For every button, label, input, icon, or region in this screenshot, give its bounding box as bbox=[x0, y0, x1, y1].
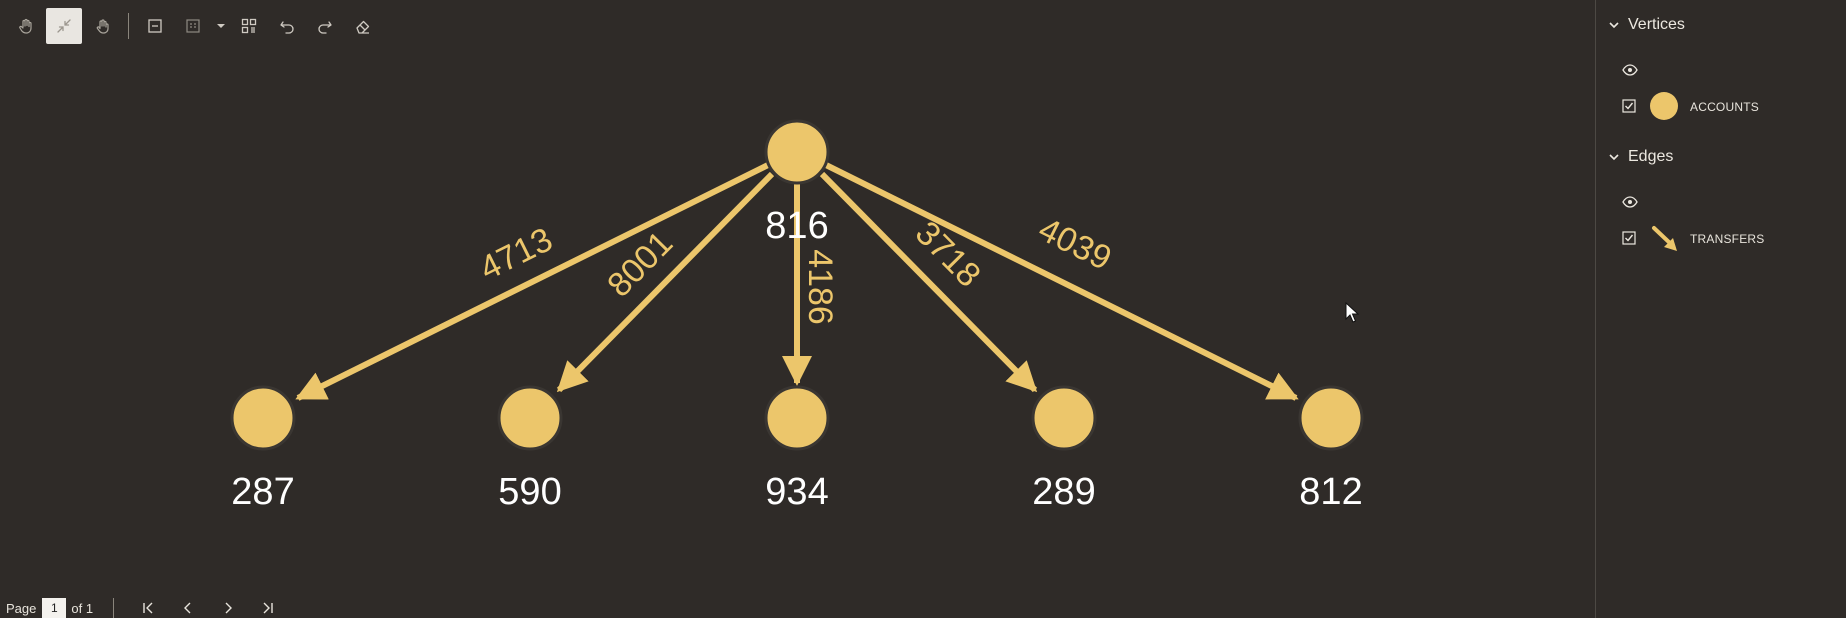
page-count-label: of 1 bbox=[71, 600, 94, 616]
vertices-section-title: Vertices bbox=[1628, 16, 1685, 33]
node-label: 289 bbox=[1032, 471, 1095, 513]
edge-label: 4039 bbox=[1033, 210, 1118, 278]
first-page-icon bbox=[143, 602, 153, 614]
node-934[interactable] bbox=[764, 385, 830, 451]
transfers-checkbox[interactable] bbox=[1622, 231, 1636, 245]
chevron-down-icon bbox=[1609, 22, 1619, 29]
node-590[interactable] bbox=[497, 385, 563, 451]
first-page-button[interactable] bbox=[128, 598, 168, 618]
node-812[interactable] bbox=[1298, 385, 1364, 451]
edge-label: 4186 bbox=[801, 249, 839, 325]
pager-divider bbox=[113, 598, 115, 618]
edge-816-287[interactable] bbox=[295, 162, 770, 401]
edge-816-590[interactable] bbox=[556, 171, 775, 393]
mouse-cursor-icon bbox=[1345, 302, 1359, 323]
last-page-button[interactable] bbox=[248, 598, 288, 618]
node-label: 590 bbox=[498, 471, 561, 513]
edge-label: 3718 bbox=[908, 214, 988, 295]
edges-section-title: Edges bbox=[1628, 148, 1674, 165]
node-287[interactable] bbox=[230, 385, 296, 451]
node-816[interactable] bbox=[764, 119, 830, 185]
previous-page-button[interactable] bbox=[168, 598, 208, 618]
page-label: Page bbox=[6, 600, 37, 616]
pagination-bar: Page 1 of 1 bbox=[0, 598, 1595, 618]
eye-icon[interactable] bbox=[1622, 196, 1638, 208]
transfers-legend-label: TRANSFERS bbox=[1690, 232, 1765, 246]
node-label: 812 bbox=[1299, 471, 1362, 513]
edges-section-header[interactable]: Edges bbox=[1608, 148, 1673, 166]
chevron-left-icon bbox=[184, 602, 191, 614]
node-label: 287 bbox=[231, 471, 294, 513]
legend-panel: Vertices ACCOUNTS Edges TRANSFERS bbox=[1596, 0, 1846, 618]
accounts-legend-label: ACCOUNTS bbox=[1690, 100, 1759, 114]
transfers-edge-arrow-icon bbox=[1652, 226, 1677, 251]
accounts-node-swatch bbox=[1650, 92, 1678, 120]
last-page-icon bbox=[263, 602, 273, 614]
next-page-button[interactable] bbox=[208, 598, 248, 618]
chevron-right-icon bbox=[225, 602, 233, 614]
graph-canvas[interactable]: 4713 8001 4186 3718 4039 816 287 590 934… bbox=[0, 0, 1595, 590]
edge-816-289[interactable] bbox=[819, 171, 1038, 393]
edge-label: 8001 bbox=[600, 224, 680, 305]
node-label: 934 bbox=[765, 471, 828, 513]
node-label: 816 bbox=[765, 205, 828, 247]
eye-icon[interactable] bbox=[1622, 64, 1638, 76]
edge-816-812[interactable] bbox=[824, 162, 1299, 401]
vertices-section-header[interactable]: Vertices bbox=[1608, 16, 1685, 34]
accounts-checkbox[interactable] bbox=[1622, 99, 1636, 113]
edges-layer bbox=[295, 162, 1299, 401]
chevron-down-icon bbox=[1609, 154, 1619, 161]
page-number-input[interactable]: 1 bbox=[42, 598, 67, 618]
node-289[interactable] bbox=[1031, 385, 1097, 451]
